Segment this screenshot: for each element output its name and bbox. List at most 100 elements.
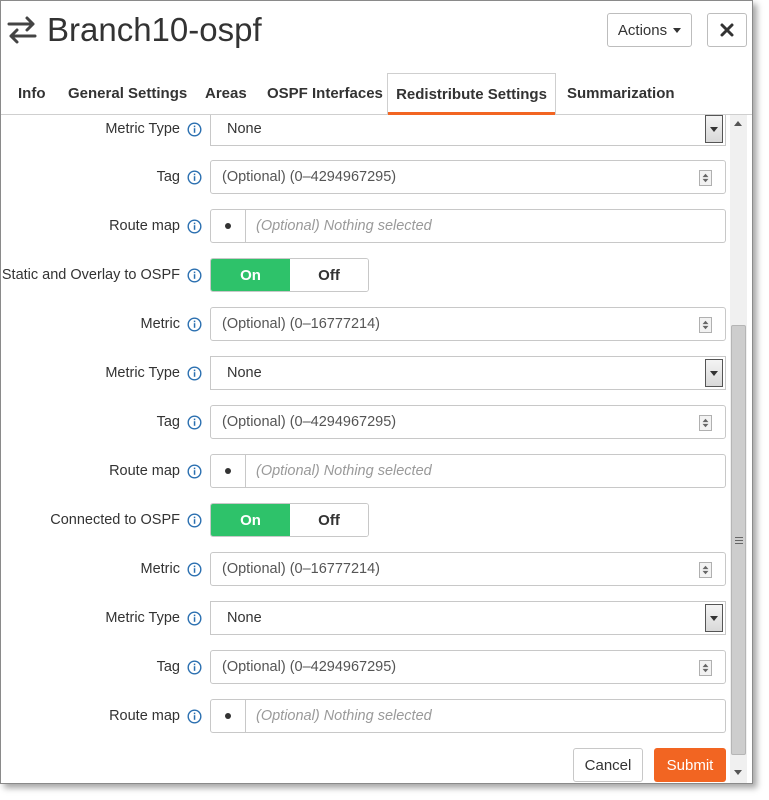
tab-info[interactable]: Info [18,73,46,115]
tag-label: Tag [156,659,180,675]
route-map-label: Route map [109,218,180,234]
tag-placeholder: (Optional) (0–4294967295) [222,414,397,430]
page-title: Branch10-ospf [47,11,262,48]
tab-areas[interactable]: Areas [205,73,247,115]
tab-general-settings[interactable]: General Settings [68,73,187,115]
form-scroll-area: Metric Type None Tag (Optional) (0–42949… [1,115,731,783]
scroll-down-arrow-icon[interactable] [734,770,742,775]
actions-dropdown-button[interactable]: Actions [607,13,692,47]
metric-type-value: None [227,121,262,137]
tag-input[interactable]: (Optional) (0–4294967295) [210,405,726,439]
metric-label: Metric [140,561,180,577]
toggle-off-button[interactable]: Off [290,259,368,291]
info-icon[interactable] [187,170,202,185]
route-map-select[interactable]: (Optional) Nothing selected [246,209,726,243]
info-icon[interactable] [187,709,202,724]
static-overlay-row: Static and Overlay to OSPF On Off [1,258,731,292]
metric-type-select[interactable]: None [210,356,726,390]
info-icon[interactable] [187,268,202,283]
metric-placeholder: (Optional) (0–16777214) [222,316,380,332]
tab-bar: Info General Settings Areas OSPF Interfa… [1,73,752,116]
actions-label: Actions [617,21,668,39]
stepper-icon[interactable] [699,415,712,431]
route-map-row: Route map (Optional) Nothing selected [1,699,731,733]
route-map-label: Route map [109,463,180,479]
metric-type-row: Metric Type None [1,115,731,146]
tab-ospf-interfaces[interactable]: OSPF Interfaces [267,73,383,115]
radio-dot-icon [225,468,231,474]
toggle-off-button[interactable]: Off [290,504,368,536]
radio-dot-icon [225,223,231,229]
radio-dot-icon [225,713,231,719]
metric-type-row: Metric Type None [1,356,731,390]
ospf-dialog: Branch10-ospf Actions Info General Setti… [0,0,753,784]
vertical-scrollbar[interactable] [730,115,747,783]
connected-label: Connected to OSPF [50,512,180,528]
info-icon[interactable] [187,415,202,430]
swap-arrows-icon [7,16,37,44]
info-icon[interactable] [187,513,202,528]
info-icon[interactable] [187,464,202,479]
tab-summarization[interactable]: Summarization [567,73,675,115]
tab-redistribute-settings[interactable]: Redistribute Settings [387,73,556,116]
route-map-row: Route map (Optional) Nothing selected [1,454,731,488]
stepper-icon[interactable] [699,562,712,578]
tag-placeholder: (Optional) (0–4294967295) [222,659,397,675]
scroll-up-arrow-icon[interactable] [734,121,742,126]
tag-label: Tag [156,169,180,185]
cancel-button[interactable]: Cancel [573,748,643,782]
static-overlay-toggle: On Off [210,258,369,292]
route-map-label: Route map [109,708,180,724]
route-map-radio[interactable] [210,454,246,488]
metric-placeholder: (Optional) (0–16777214) [222,561,380,577]
route-map-radio[interactable] [210,209,246,243]
info-icon[interactable] [187,562,202,577]
info-icon[interactable] [187,611,202,626]
dropdown-arrow-icon [705,359,723,387]
tag-row: Tag (Optional) (0–4294967295) [1,650,731,684]
metric-row: Metric (Optional) (0–16777214) [1,307,731,341]
submit-button[interactable]: Submit [654,748,726,782]
metric-type-select[interactable]: None [210,601,726,635]
info-icon[interactable] [187,122,202,137]
metric-type-row: Metric Type None [1,601,731,635]
close-button[interactable] [707,13,747,47]
route-map-radio[interactable] [210,699,246,733]
route-map-select[interactable]: (Optional) Nothing selected [246,699,726,733]
tag-row: Tag (Optional) (0–4294967295) [1,405,731,439]
metric-type-label: Metric Type [105,365,180,381]
info-icon[interactable] [187,660,202,675]
static-overlay-label: Static and Overlay to OSPF [1,267,180,283]
metric-type-value: None [227,610,262,626]
metric-type-select[interactable]: None [210,115,726,146]
info-icon[interactable] [187,317,202,332]
info-icon[interactable] [187,219,202,234]
scrollbar-thumb[interactable] [731,325,746,755]
close-icon [720,23,734,37]
metric-input[interactable]: (Optional) (0–16777214) [210,552,726,586]
dropdown-arrow-icon [705,604,723,632]
tag-input[interactable]: (Optional) (0–4294967295) [210,160,726,194]
toggle-on-button[interactable]: On [211,259,290,291]
metric-type-value: None [227,365,262,381]
metric-row: Metric (Optional) (0–16777214) [1,552,731,586]
tag-row: Tag (Optional) (0–4294967295) [1,160,731,194]
stepper-icon[interactable] [699,317,712,333]
metric-label: Metric [140,316,180,332]
tag-input[interactable]: (Optional) (0–4294967295) [210,650,726,684]
connected-toggle: On Off [210,503,369,537]
tag-placeholder: (Optional) (0–4294967295) [222,169,397,185]
metric-type-label: Metric Type [105,610,180,626]
caret-down-icon [673,27,682,33]
dropdown-arrow-icon [705,115,723,143]
route-map-select[interactable]: (Optional) Nothing selected [246,454,726,488]
stepper-icon[interactable] [699,660,712,676]
stepper-icon[interactable] [699,170,712,186]
info-icon[interactable] [187,366,202,381]
route-map-row: Route map (Optional) Nothing selected [1,209,731,243]
metric-type-label: Metric Type [105,121,180,137]
metric-input[interactable]: (Optional) (0–16777214) [210,307,726,341]
connected-row: Connected to OSPF On Off [1,503,731,537]
tag-label: Tag [156,414,180,430]
toggle-on-button[interactable]: On [211,504,290,536]
